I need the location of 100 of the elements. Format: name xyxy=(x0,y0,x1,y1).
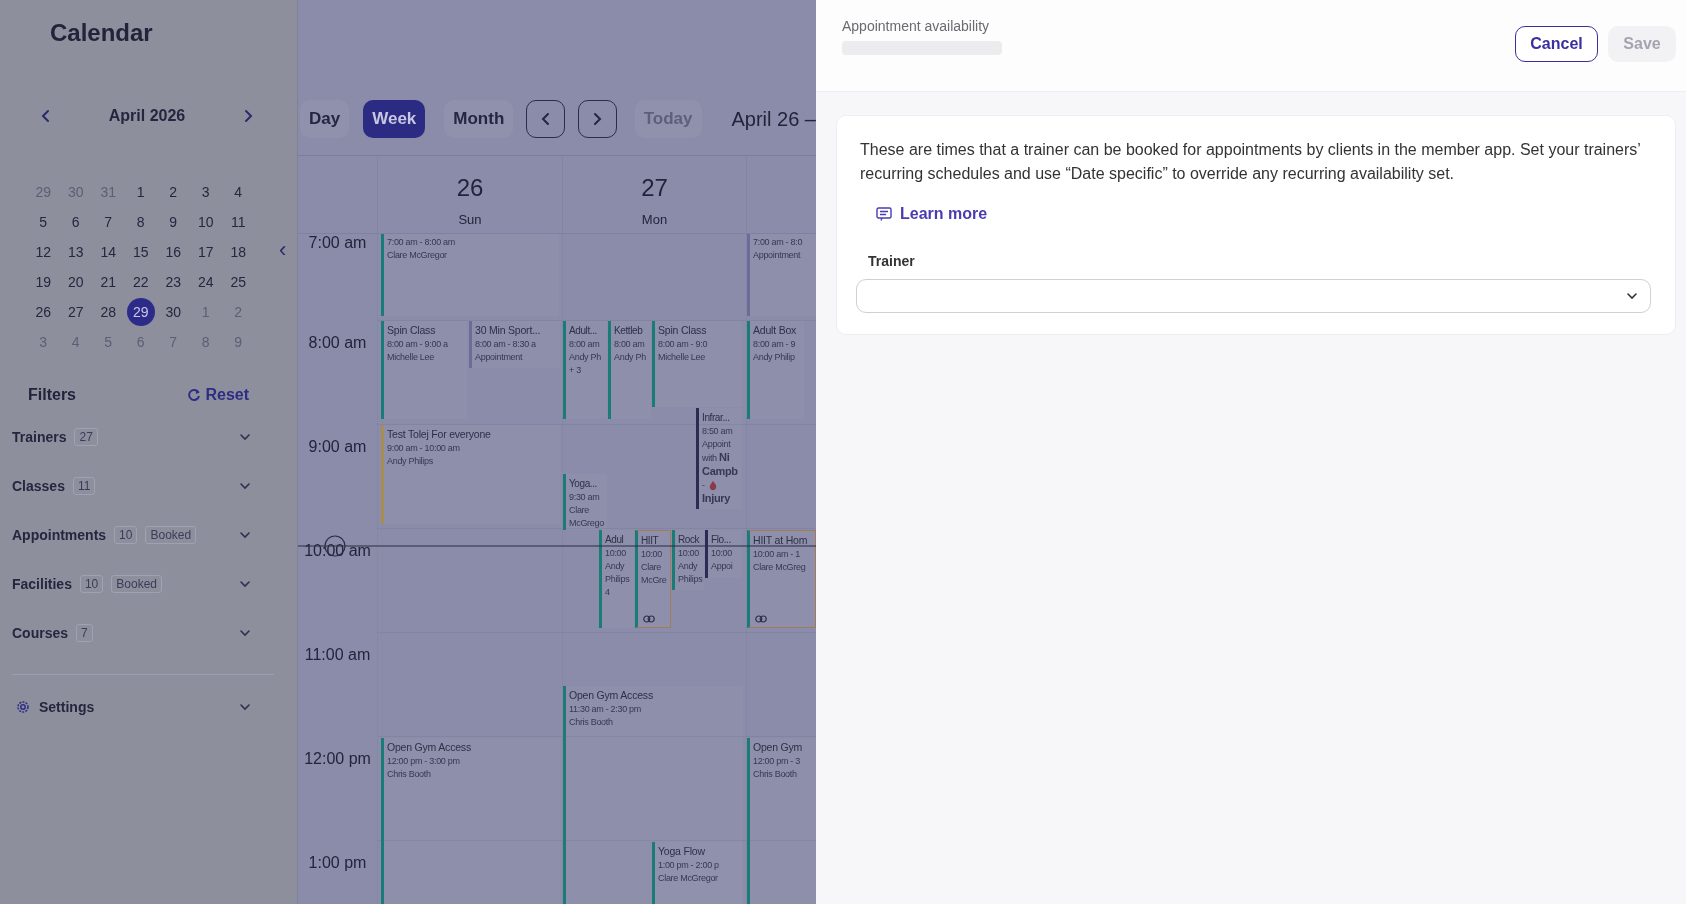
calendar-day[interactable]: 30 xyxy=(159,298,188,326)
event-detail: Appointment xyxy=(475,351,523,364)
calendar-day[interactable]: 28 xyxy=(94,298,123,326)
view-tab[interactable]: Day xyxy=(300,100,350,138)
view-tab[interactable]: Month xyxy=(444,100,514,138)
count-badge: 10 xyxy=(114,525,138,544)
event-detail: + 3 xyxy=(569,364,581,377)
count-badge: 11 xyxy=(72,476,96,495)
filter-label: Trainers xyxy=(12,428,67,445)
event-card[interactable]: HIIT at Hom 10:00 am - 1 Clare McGreg xyxy=(747,530,816,628)
calendar-day[interactable]: 19 xyxy=(29,268,58,296)
calendar-day[interactable]: 15 xyxy=(126,238,155,266)
event-detail: Andy Philips xyxy=(387,455,433,468)
description-text: These are times that a trainer can be booked for appointments by clients in the member app. Set your trainers’ recurring schedules and use “Date specific” to override any recurring availability set. xyxy=(860,140,1642,184)
event-detail: Chris Booth xyxy=(753,768,797,781)
event-detail: Appoi xyxy=(711,560,733,573)
chevron-down-icon xyxy=(239,529,251,540)
calendar-day[interactable]: 4 xyxy=(224,178,253,206)
calendar-day[interactable]: 21 xyxy=(94,268,123,296)
count-badge: 10 xyxy=(79,574,104,593)
chevron-down-icon xyxy=(239,702,251,712)
filter-label: Classes xyxy=(12,477,65,494)
event-title: HIIT at Hom xyxy=(753,533,808,548)
calendar-day[interactable]: 29 xyxy=(126,298,155,326)
event-title: Flo... xyxy=(711,533,731,547)
event-detail: with Ni xyxy=(702,451,730,465)
chevron-left-icon xyxy=(540,112,552,126)
calendar-day[interactable]: 17 xyxy=(191,238,220,266)
count-badge: 27 xyxy=(74,427,98,446)
panel-title: Appointment availability xyxy=(842,18,991,34)
event-detail: Andy xyxy=(605,560,625,573)
calendar-day[interactable]: 6 xyxy=(61,208,90,236)
day-number: 26 xyxy=(456,174,484,202)
event-detail: Clare McGreg xyxy=(753,561,806,574)
event-detail: 7:00 am - 8:0 xyxy=(753,236,803,249)
settings-label: Settings xyxy=(39,699,95,715)
event-title: Infrar... xyxy=(702,411,730,425)
calendar-day[interactable]: 27 xyxy=(61,298,90,326)
event-detail: Andy Ph xyxy=(569,351,601,364)
event-card[interactable]: Rock 10:00 Andy Philips xyxy=(672,530,704,590)
event-detail: 8:00 am xyxy=(569,338,600,351)
previous-week-button[interactable] xyxy=(526,100,565,138)
event-detail: 8:50 am xyxy=(702,425,733,438)
chevron-down-icon xyxy=(239,578,251,589)
event-title: Adult... xyxy=(569,324,597,338)
calendar-day[interactable]: 24 xyxy=(191,268,220,296)
status-tag: Booked xyxy=(111,574,162,593)
calendar-day[interactable]: 20 xyxy=(61,268,90,296)
calendar-day[interactable]: 2 xyxy=(159,178,188,206)
event-detail: 10:00 xyxy=(678,547,700,560)
calendar-day[interactable]: 16 xyxy=(159,238,188,266)
calendar-day[interactable]: 25 xyxy=(224,268,253,296)
event-detail: 8:00 am - 9 xyxy=(753,338,796,351)
message-icon xyxy=(876,207,892,221)
event-detail: Clare McGregor xyxy=(387,249,447,262)
filter-label: Appointments xyxy=(12,526,107,543)
refresh-icon xyxy=(187,388,202,402)
calendar-day[interactable]: 12 xyxy=(29,238,58,266)
event-detail: Andy Philip xyxy=(753,351,795,364)
collapse-button[interactable]: ‹ xyxy=(279,239,287,261)
day-number: 27 xyxy=(641,174,668,202)
calendar-day[interactable]: 9 xyxy=(159,208,188,236)
event-detail: 8:00 am - 9:0 xyxy=(658,338,708,351)
calendar-day[interactable]: 7 xyxy=(94,208,123,236)
reset-button[interactable]: Reset xyxy=(187,386,249,404)
next-week-button[interactable] xyxy=(578,100,617,138)
chevron-down-icon xyxy=(239,480,251,491)
event-title: Rock xyxy=(678,533,700,547)
event-card[interactable]: Yoga... 9:30 am Clare McGrego xyxy=(563,474,607,530)
count-badge: 7 xyxy=(76,623,93,642)
event-detail: Chris Booth xyxy=(387,768,431,781)
event-detail: Appointment xyxy=(753,249,801,262)
learn-more-link[interactable]: Learn more xyxy=(876,196,988,232)
time-label: 11:00 am xyxy=(303,646,372,664)
event-title: HIIT xyxy=(641,534,659,548)
filter-label: Facilities xyxy=(12,575,72,592)
calendar-day[interactable]: 18 xyxy=(224,238,253,266)
chevron-down-icon xyxy=(239,431,251,442)
calendar-day[interactable]: 10 xyxy=(191,208,220,236)
calendar-day[interactable]: 5 xyxy=(29,208,58,236)
time-label: 8:00 am xyxy=(307,334,368,352)
event-title: Open Gym Access xyxy=(387,740,471,755)
calendar-day[interactable]: 23 xyxy=(159,268,188,296)
cancel-button[interactable]: Cancel xyxy=(1515,26,1598,62)
calendar-day[interactable]: 26 xyxy=(29,298,58,326)
calendar-day[interactable]: 1 xyxy=(126,178,155,206)
event-detail: McGre xyxy=(641,574,667,587)
calendar-day[interactable]: 13 xyxy=(61,238,90,266)
calendar-day[interactable]: 22 xyxy=(126,268,155,296)
calendar-day[interactable]: 11 xyxy=(224,208,253,236)
event-title: Kettleb xyxy=(614,324,643,338)
calendar-day[interactable]: 14 xyxy=(94,238,123,266)
event-card[interactable]: HIIT 10:00 Clare McGre xyxy=(635,530,671,628)
event-detail: 10:00 xyxy=(711,547,733,560)
calendar-day[interactable]: 8 xyxy=(126,208,155,236)
event-detail: - xyxy=(702,479,717,492)
view-tab[interactable]: Week xyxy=(363,100,426,138)
event-detail: Philips xyxy=(605,573,630,586)
calendar-day[interactable]: 3 xyxy=(191,178,220,206)
event-detail: Michelle Lee xyxy=(387,351,434,364)
